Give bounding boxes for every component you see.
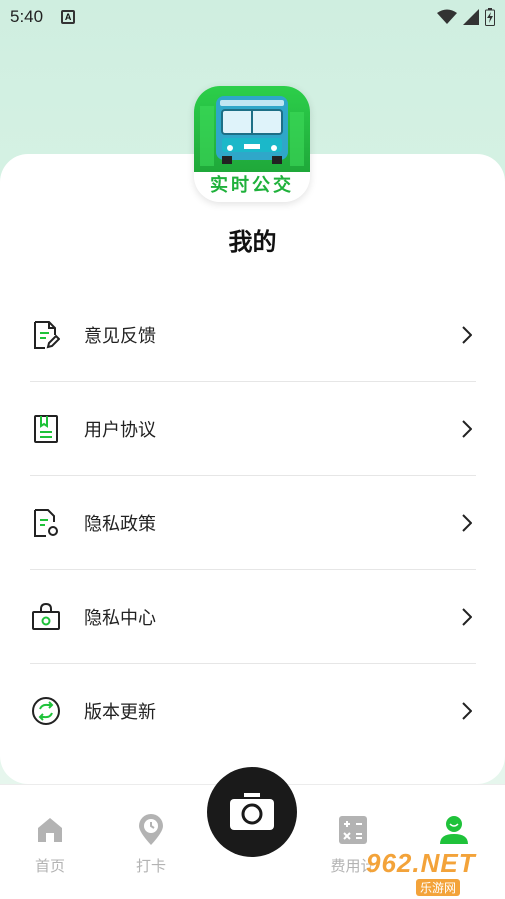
menu-item-version-update[interactable]: 版本更新 — [30, 664, 476, 758]
chevron-right-icon — [458, 701, 476, 721]
tab-checkin[interactable]: 打卡 — [111, 813, 191, 876]
chevron-right-icon — [458, 513, 476, 533]
location-icon — [111, 813, 191, 847]
calculator-icon — [313, 813, 393, 847]
privacy-policy-icon — [30, 507, 62, 539]
home-icon — [10, 813, 90, 847]
a-icon: A — [61, 10, 76, 24]
tab-home[interactable]: 首页 — [10, 813, 90, 876]
camera-button[interactable] — [207, 767, 297, 857]
status-icons — [437, 8, 495, 26]
menu-item-label: 隐私中心 — [84, 607, 156, 629]
tab-label: 打卡 — [135, 857, 166, 875]
privacy-center-icon — [30, 601, 62, 633]
watermark-top: 962.NET — [366, 848, 476, 878]
watermark-bottom: 乐游网 — [416, 879, 461, 896]
battery-icon — [485, 8, 495, 26]
tab-label: 首页 — [34, 857, 65, 875]
app-logo: 实时公交 — [194, 86, 310, 202]
menu-item-label: 用户协议 — [84, 419, 156, 441]
update-icon — [30, 695, 62, 727]
page-title: 我的 — [228, 228, 277, 256]
settings-menu: 意见反馈 用户协议 隐私政策 隐私中心 版本更新 — [30, 288, 476, 758]
tab-profile[interactable] — [414, 813, 494, 847]
chevron-right-icon — [458, 607, 476, 627]
menu-item-label: 意见反馈 — [84, 325, 156, 347]
menu-item-label: 版本更新 — [84, 702, 156, 723]
menu-item-privacy-center[interactable]: 隐私中心 — [30, 570, 476, 664]
menu-item-agreement[interactable]: 用户协议 — [30, 382, 476, 476]
signal-icon — [463, 9, 479, 25]
menu-item-privacy-policy[interactable]: 隐私政策 — [30, 476, 476, 570]
wifi-icon — [437, 9, 457, 24]
menu-item-label: 隐私政策 — [84, 513, 156, 535]
status-bar: 5:40 A — [0, 0, 505, 34]
logo-text: 实时公交 — [210, 175, 294, 196]
camera-icon — [230, 793, 274, 830]
watermark-logo: 962.NET 乐游网 — [366, 848, 502, 896]
chevron-right-icon — [458, 325, 476, 345]
status-time: 5:40 — [10, 7, 44, 26]
menu-item-feedback[interactable]: 意见反馈 — [30, 288, 476, 382]
chevron-right-icon — [458, 419, 476, 439]
feedback-icon — [30, 319, 62, 351]
profile-icon — [414, 813, 494, 847]
agreement-icon — [30, 413, 62, 445]
